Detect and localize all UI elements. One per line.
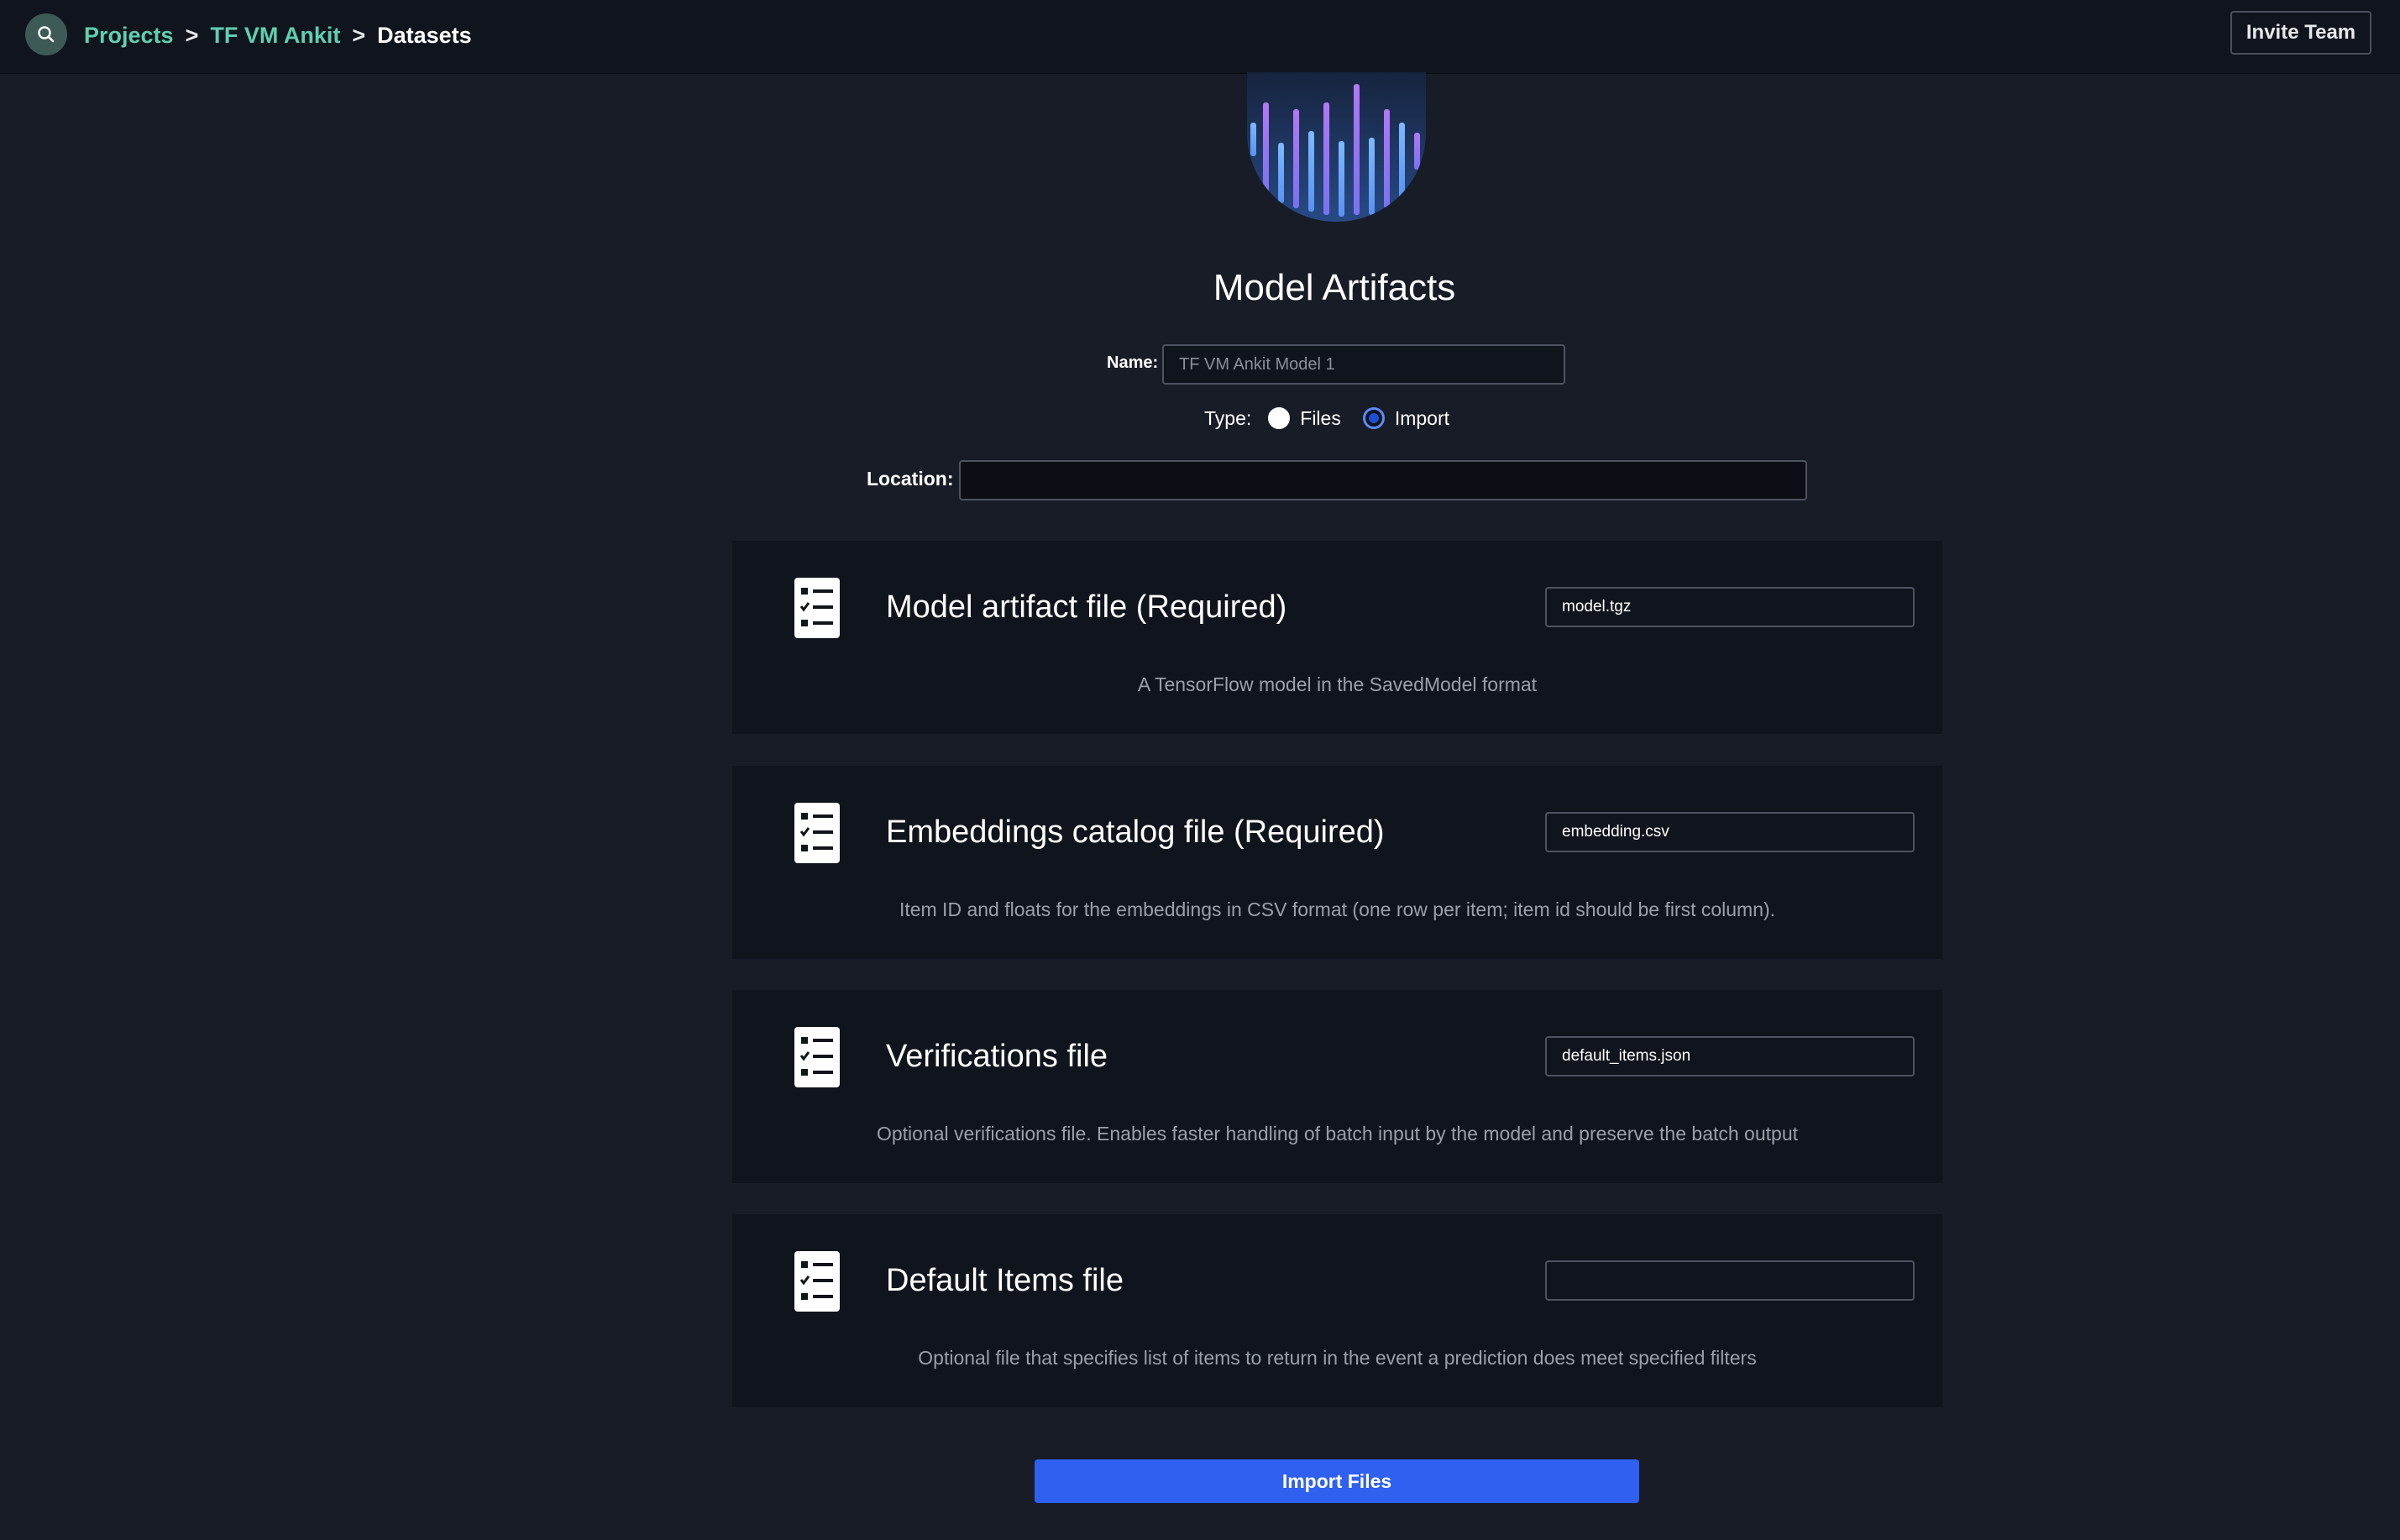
model-artifact-file-input[interactable] bbox=[1545, 587, 1915, 627]
checklist-icon bbox=[794, 1251, 840, 1312]
artifact-description: Optional verifications file. Enables fas… bbox=[876, 1123, 1798, 1145]
checklist-icon bbox=[794, 578, 840, 638]
page-title: Model Artifacts bbox=[1213, 267, 1456, 308]
artifact-title: Verifications file bbox=[886, 1039, 1108, 1074]
artifact-title: Default Items file bbox=[886, 1263, 1124, 1298]
type-selector: Type: Files Import bbox=[1204, 401, 1471, 435]
type-radio-import[interactable] bbox=[1362, 407, 1385, 429]
location-input[interactable] bbox=[959, 460, 1807, 500]
checklist-icon bbox=[794, 803, 840, 863]
artifact-title: Model artifact file (Required) bbox=[886, 589, 1287, 625]
type-label: Type: bbox=[1204, 406, 1252, 429]
import-files-button[interactable]: Import Files bbox=[1035, 1459, 1639, 1503]
type-option-import-label[interactable]: Import bbox=[1395, 407, 1449, 430]
breadcrumb-separator: > bbox=[352, 22, 366, 48]
breadcrumb-project-link[interactable]: TF VM Ankit bbox=[210, 23, 340, 49]
type-option-files-label[interactable]: Files bbox=[1300, 407, 1341, 430]
invite-team-button[interactable]: Invite Team bbox=[2230, 11, 2371, 55]
model-artifacts-logo bbox=[1247, 72, 1426, 222]
breadcrumb: Projects > TF VM Ankit > Datasets bbox=[84, 20, 472, 50]
artifact-description: Item ID and floats for the embeddings in… bbox=[899, 898, 1776, 920]
artifact-card-verifications: Verifications file Optional verification… bbox=[732, 990, 1942, 1183]
name-input[interactable] bbox=[1162, 344, 1565, 385]
verifications-file-input[interactable] bbox=[1545, 1036, 1915, 1076]
default-items-file-input[interactable] bbox=[1545, 1260, 1915, 1301]
search-icon bbox=[38, 26, 55, 43]
location-label: Location: bbox=[867, 468, 954, 490]
search-button[interactable] bbox=[25, 13, 67, 55]
top-bar: Projects > TF VM Ankit > Datasets Invite… bbox=[0, 0, 2400, 74]
artifact-title: Embeddings catalog file (Required) bbox=[886, 815, 1385, 850]
type-radio-files[interactable] bbox=[1268, 407, 1291, 429]
artifact-card-model: Model artifact file (Required) A TensorF… bbox=[732, 541, 1942, 734]
breadcrumb-separator: > bbox=[185, 22, 199, 48]
artifact-description: A TensorFlow model in the SavedModel for… bbox=[1137, 673, 1538, 695]
breadcrumb-projects-link[interactable]: Projects bbox=[84, 23, 174, 49]
artifact-card-default-items: Default Items file Optional file that sp… bbox=[732, 1214, 1942, 1407]
sound-bars-icon bbox=[1247, 72, 1426, 222]
embeddings-catalog-file-input[interactable] bbox=[1545, 812, 1915, 852]
checklist-icon bbox=[794, 1027, 840, 1087]
name-label: Name: bbox=[1107, 354, 1159, 372]
breadcrumb-current: Datasets bbox=[377, 22, 472, 48]
artifact-card-embeddings: Embeddings catalog file (Required) Item … bbox=[732, 766, 1942, 959]
artifact-description: Optional file that specifies list of ite… bbox=[918, 1347, 1757, 1369]
